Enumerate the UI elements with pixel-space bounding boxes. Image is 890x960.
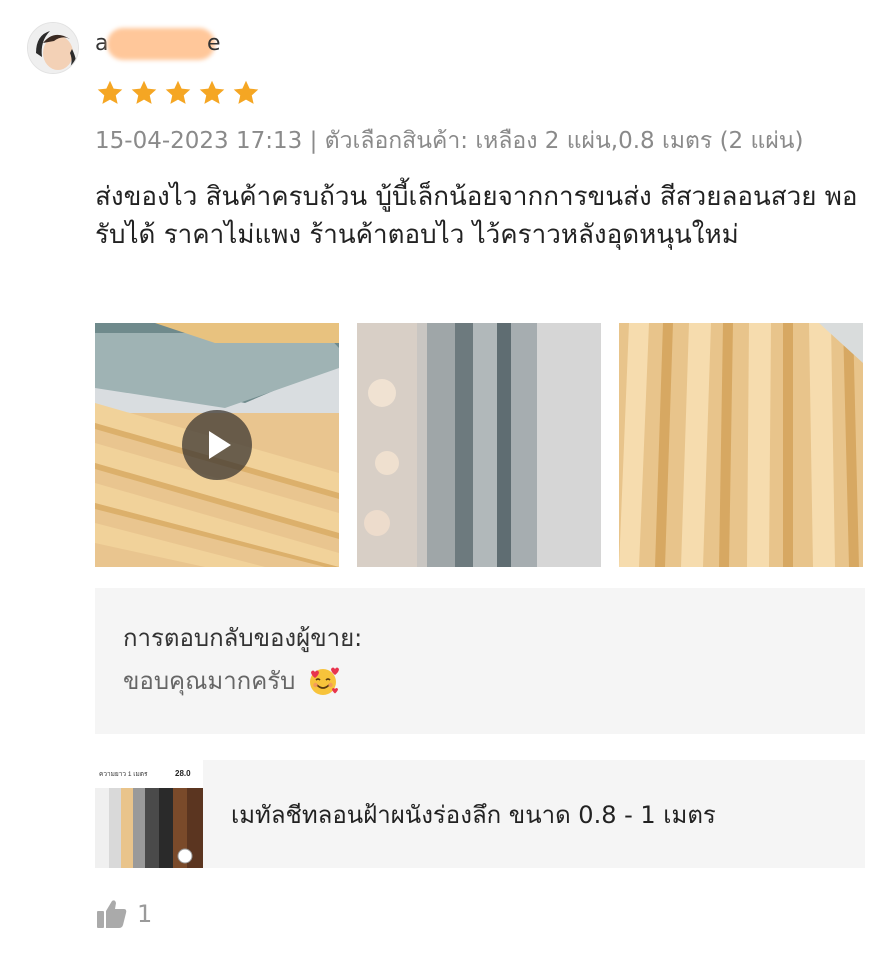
star-icon <box>131 80 157 104</box>
reviewer-name-suffix: e <box>207 31 221 56</box>
review-video-thumbnail[interactable] <box>95 323 339 567</box>
star-icon <box>165 80 191 104</box>
reviewer-name[interactable]: a e <box>95 28 225 60</box>
product-thumb-badge: 28.0 <box>175 769 191 778</box>
like-button[interactable]: 1 <box>95 898 152 930</box>
review-media <box>95 323 863 567</box>
play-icon[interactable] <box>182 410 252 480</box>
review-date: 15-04-2023 17:13 <box>95 128 303 154</box>
seller-reply-title: การตอบกลับของผู้ขาย: <box>123 624 363 652</box>
seller-reply-text: ขอบคุณมากครับ <box>123 667 296 695</box>
thumbs-up-icon <box>97 900 127 928</box>
seller-reply-body: ขอบคุณมากครับ <box>123 658 837 704</box>
reviewer-avatar[interactable] <box>27 22 79 74</box>
seller-reply: การตอบกลับของผู้ขาย: ขอบคุณมากครับ <box>95 588 865 734</box>
variation-label: ตัวเลือกสินค้า: <box>324 128 468 154</box>
variation-value: เหลือง 2 แผ่น,0.8 เมตร (2 แผ่น) <box>475 128 804 154</box>
like-count: 1 <box>137 900 153 928</box>
name-redaction-blur <box>107 28 215 60</box>
product-card[interactable]: ความยาว 1 เมตร 28.0 เมทัลชีทลอนฝ้าผนังร่… <box>95 760 865 868</box>
rating-stars <box>95 78 261 108</box>
product-image: ความยาว 1 เมตร 28.0 <box>95 760 203 868</box>
review-image <box>357 323 601 567</box>
review-image <box>619 323 863 567</box>
meta-separator: | <box>309 128 325 154</box>
star-icon <box>233 80 259 104</box>
product-name-bar[interactable]: เมทัลชีทลอนฝ้าผนังร่องลึก ขนาด 0.8 - 1 เ… <box>203 760 865 868</box>
review-image-thumbnail[interactable] <box>357 323 601 567</box>
smiling-face-with-hearts-icon <box>310 667 340 695</box>
avatar-image <box>28 23 78 73</box>
product-name: เมทัลชีทลอนฝ้าผนังร่องลึก ขนาด 0.8 - 1 เ… <box>231 800 716 829</box>
star-icon <box>97 80 123 104</box>
product-thumb-caption: ความยาว 1 เมตร <box>99 771 148 778</box>
star-icon <box>199 80 225 104</box>
review-text: ส่งของไว สินค้าครบถ้วน บู้บี้เล็กน้อยจาก… <box>95 182 858 250</box>
review-meta: 15-04-2023 17:13 | ตัวเลือกสินค้า: เหลือ… <box>95 125 804 157</box>
product-thumbnail: ความยาว 1 เมตร 28.0 <box>95 760 203 868</box>
review-image-thumbnail[interactable] <box>619 323 863 567</box>
